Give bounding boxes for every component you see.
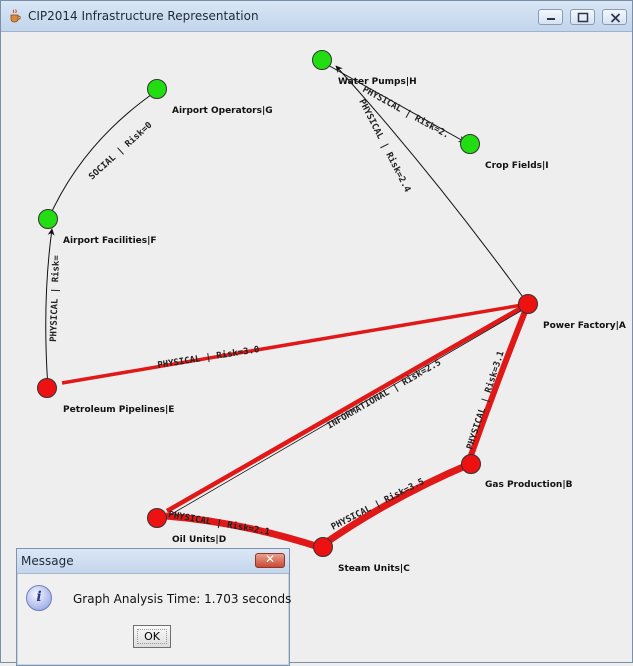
dialog-title: Message <box>21 554 74 568</box>
information-icon: i <box>26 585 52 611</box>
window-title: CIP2014 Infrastructure Representation <box>28 9 259 23</box>
node-a[interactable] <box>518 294 538 314</box>
java-cup-icon <box>10 9 21 23</box>
close-button[interactable] <box>602 9 627 25</box>
app-window: CIP2014 Infrastructure Representation SO… <box>0 0 633 666</box>
edge-f-g[interactable] <box>47 89 159 221</box>
node-b[interactable] <box>461 454 481 474</box>
message-dialog: Message ✕ i Graph Analysis Time: 1.703 s… <box>16 548 292 666</box>
title-bar[interactable]: CIP2014 Infrastructure Representation <box>1 1 632 32</box>
node-label-i: Crop Fields|I <box>485 161 549 171</box>
node-i[interactable] <box>460 134 480 154</box>
node-label-h: Water Pumps|H <box>338 77 417 87</box>
node-label-c: Steam Units|C <box>338 564 410 574</box>
ok-button[interactable]: OK <box>133 625 171 648</box>
node-f[interactable] <box>38 209 58 229</box>
node-c[interactable] <box>313 537 333 557</box>
edge-b-c[interactable] <box>322 460 472 547</box>
edge-label-e-f: PHYSICAL | Risk= <box>48 254 62 342</box>
node-e[interactable] <box>37 378 57 398</box>
node-label-a: Power Factory|A <box>543 321 626 331</box>
minimize-button[interactable] <box>538 9 563 25</box>
information-icon-glyph: i <box>36 589 42 605</box>
edge-label-c-d: PHYSICAL | Risk=2.1 <box>167 509 270 538</box>
close-x-icon: ✕ <box>264 552 276 566</box>
node-label-e: Petroleum Pipelines|E <box>63 405 174 415</box>
ok-button-label: OK <box>144 630 160 643</box>
node-label-b: Gas Production|B <box>485 480 573 490</box>
node-h[interactable] <box>312 50 332 70</box>
node-label-f: Airport Facilities|F <box>63 236 157 246</box>
node-label-g: Airport Operators|G <box>172 106 273 116</box>
node-label-d: Oil Units|D <box>172 535 226 545</box>
edge-label-b-c: PHYSICAL | Risk=3.5 <box>329 476 426 533</box>
close-icon <box>610 13 621 23</box>
minimize-icon <box>547 18 555 20</box>
maximize-button[interactable] <box>570 9 595 25</box>
edge-label-a-b: PHYSICAL | Risk=3.1 <box>464 350 506 451</box>
edge-label-a-d: INFORMATIONAL | Risk=2.5 <box>325 357 443 432</box>
node-g[interactable] <box>147 79 167 99</box>
maximize-icon <box>577 12 589 23</box>
node-d[interactable] <box>147 508 167 528</box>
dialog-close-button[interactable]: ✕ <box>255 552 285 568</box>
dialog-title-bar[interactable]: Message ✕ <box>17 549 289 574</box>
dialog-message: Graph Analysis Time: 1.703 seconds <box>73 592 292 606</box>
edge-label-f-g: SOCIAL | Risk=0 <box>87 120 155 183</box>
edge-label-a-e: PHYSICAL | Risk=3.0 <box>157 344 260 371</box>
